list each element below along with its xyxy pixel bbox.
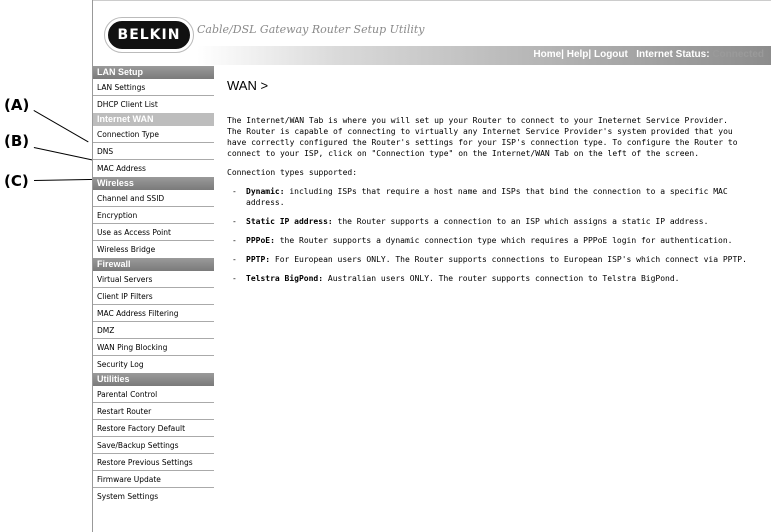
section-wireless[interactable]: Wireless bbox=[93, 177, 214, 190]
sidebar-item-restore-previous[interactable]: Restore Previous Settings bbox=[93, 454, 214, 471]
sidebar-item-lan-settings[interactable]: LAN Settings bbox=[93, 79, 214, 96]
type-name: Telstra BigPond: bbox=[246, 274, 324, 283]
sidebar-item-restore-factory-default[interactable]: Restore Factory Default bbox=[93, 420, 214, 437]
sidebar-item-virtual-servers[interactable]: Virtual Servers bbox=[93, 271, 214, 288]
callout-a-line bbox=[33, 110, 89, 143]
sidebar-item-dns[interactable]: DNS bbox=[93, 143, 214, 160]
sidebar-item-access-point[interactable]: Use as Access Point bbox=[93, 224, 214, 241]
top-nav-bar: Home| Help| Logout Internet Status: Conn… bbox=[197, 46, 771, 65]
sidebar-item-mac-filtering[interactable]: MAC Address Filtering bbox=[93, 305, 214, 322]
sidebar-item-mac-address[interactable]: MAC Address bbox=[93, 160, 214, 177]
list-item: - Static IP address: the Router supports … bbox=[232, 217, 709, 226]
type-name: PPPoE: bbox=[246, 236, 275, 245]
section-internet-wan[interactable]: Internet WAN bbox=[93, 113, 214, 126]
sidebar: LAN Setup LAN Settings DHCP Client List … bbox=[93, 66, 214, 532]
type-desc: Australian users ONLY. The router suppor… bbox=[327, 274, 680, 283]
list-item: - PPTP: For European users ONLY. The Rout… bbox=[232, 255, 747, 264]
sidebar-item-connection-type[interactable]: Connection Type bbox=[93, 126, 214, 143]
type-name: Static IP address: bbox=[246, 217, 333, 226]
type-name: Dynamic: bbox=[246, 187, 285, 196]
belkin-logo: BELKIN bbox=[108, 21, 190, 49]
utility-title: Cable/DSL Gateway Router Setup Utility bbox=[197, 23, 425, 36]
top-nav-links: Home| Help| Logout Internet Status: Conn… bbox=[533, 49, 764, 60]
callout-b-line bbox=[33, 147, 96, 162]
sidebar-item-save-backup[interactable]: Save/Backup Settings bbox=[93, 437, 214, 454]
internet-status-value: Connected bbox=[712, 49, 764, 60]
sidebar-item-security-log[interactable]: Security Log bbox=[93, 356, 214, 373]
sidebar-item-dmz[interactable]: DMZ bbox=[93, 322, 214, 339]
type-desc: the Router supports a dynamic connection… bbox=[279, 236, 733, 245]
sidebar-item-restart-router[interactable]: Restart Router bbox=[93, 403, 214, 420]
section-firewall[interactable]: Firewall bbox=[93, 258, 214, 271]
sidebar-item-parental-control[interactable]: Parental Control bbox=[93, 386, 214, 403]
list-item: - Dynamic: including ISPs that require a … bbox=[232, 187, 728, 207]
sidebar-item-dhcp-client-list[interactable]: DHCP Client List bbox=[93, 96, 214, 113]
callout-b: (B) bbox=[4, 132, 30, 150]
list-item: - PPPoE: the Router supports a dynamic co… bbox=[232, 236, 733, 245]
type-desc: For European users ONLY. The Router supp… bbox=[274, 255, 747, 264]
home-link[interactable]: Home bbox=[533, 49, 561, 60]
sidebar-item-system-settings[interactable]: System Settings bbox=[93, 488, 214, 505]
callout-a: (A) bbox=[4, 96, 30, 114]
sidebar-item-channel-ssid[interactable]: Channel and SSID bbox=[93, 190, 214, 207]
sidebar-item-firmware-update[interactable]: Firmware Update bbox=[93, 471, 214, 488]
page-title: WAN > bbox=[227, 78, 269, 93]
sidebar-item-wireless-bridge[interactable]: Wireless Bridge bbox=[93, 241, 214, 258]
router-setup-window: BELKIN Cable/DSL Gateway Router Setup Ut… bbox=[92, 0, 771, 532]
list-item: - Telstra BigPond: Australian users ONLY.… bbox=[232, 274, 680, 283]
sidebar-item-encryption[interactable]: Encryption bbox=[93, 207, 214, 224]
help-link[interactable]: Help bbox=[567, 49, 589, 60]
section-utilities[interactable]: Utilities bbox=[93, 373, 214, 386]
type-desc: the Router supports a connection to an I… bbox=[337, 217, 709, 226]
logout-link[interactable]: Logout bbox=[594, 49, 628, 60]
sidebar-item-wan-ping-blocking[interactable]: WAN Ping Blocking bbox=[93, 339, 214, 356]
section-lan-setup[interactable]: LAN Setup bbox=[93, 66, 214, 79]
connection-types-list: - Dynamic: including ISPs that require a … bbox=[227, 186, 767, 284]
callout-c-line bbox=[34, 178, 97, 181]
internet-status-label: Internet Status: bbox=[636, 49, 710, 60]
sidebar-item-client-ip-filters[interactable]: Client IP Filters bbox=[93, 288, 214, 305]
type-name: PPTP: bbox=[246, 255, 271, 264]
connection-types-heading: Connection types supported: bbox=[227, 168, 358, 177]
main-content: WAN > The Internet/WAN Tab is where you … bbox=[227, 78, 767, 292]
callout-c: (C) bbox=[4, 172, 29, 190]
type-desc: including ISPs that require a host name … bbox=[246, 187, 728, 207]
header: BELKIN Cable/DSL Gateway Router Setup Ut… bbox=[93, 0, 771, 66]
intro-paragraph: The Internet/WAN Tab is where you will s… bbox=[227, 116, 738, 158]
